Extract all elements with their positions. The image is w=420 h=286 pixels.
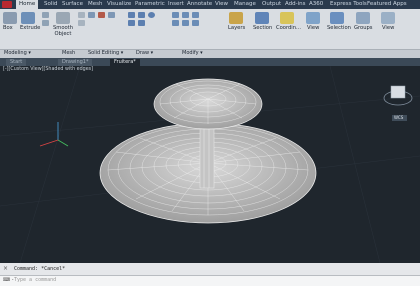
box-icon[interactable] xyxy=(3,12,17,24)
panel-label-modeling[interactable]: Modeling ▾ xyxy=(4,49,31,57)
smooth-tool-icon[interactable] xyxy=(42,12,49,18)
circle-icon[interactable] xyxy=(148,12,155,18)
rotate-icon[interactable] xyxy=(182,12,189,18)
groups-button-label[interactable]: Groups xyxy=(354,25,373,31)
tab-solid[interactable]: Solid xyxy=(44,0,57,9)
smooth-object-label[interactable]: Smooth Object xyxy=(51,25,75,37)
mesh-edit-icon[interactable] xyxy=(78,12,85,18)
trim-icon[interactable] xyxy=(192,20,199,26)
tab-insert[interactable]: Insert xyxy=(168,0,184,9)
app-menu-icon[interactable] xyxy=(2,1,12,8)
box-button-label[interactable]: Box xyxy=(3,25,13,31)
ribbon-panel: Box Extrude Smooth Object Layers Section… xyxy=(0,9,420,49)
drawing-viewport[interactable] xyxy=(0,66,420,263)
viewport-controls-label[interactable]: [-][Custom View][Shaded with edges] xyxy=(3,67,93,72)
file-tab-bar: Start Drawing1* Fruitera* xyxy=(0,58,420,66)
solid-edit-icon[interactable] xyxy=(88,12,95,18)
tab-annotate[interactable]: Annotate xyxy=(187,0,212,9)
tab-visualize[interactable]: Visualize xyxy=(107,0,131,9)
command-prompt-placeholder[interactable]: Type a command xyxy=(14,277,56,283)
groups-icon[interactable] xyxy=(356,12,370,24)
extrude-button-label[interactable]: Extrude xyxy=(20,25,40,31)
selection-button-label[interactable]: Selection xyxy=(327,25,351,31)
file-tab-drawing1[interactable]: Drawing1* xyxy=(58,59,93,66)
solid-edit-3-icon[interactable] xyxy=(108,12,115,18)
tab-home[interactable]: Home xyxy=(16,0,39,9)
stem xyxy=(199,125,215,189)
fillet-icon[interactable] xyxy=(182,20,189,26)
smooth-object-icon[interactable] xyxy=(56,12,70,24)
file-tab-fruitera[interactable]: Fruitera* xyxy=(110,59,140,66)
view2-button-label[interactable]: View xyxy=(382,25,394,31)
arc-icon[interactable] xyxy=(128,20,135,26)
view-manager-icon[interactable] xyxy=(381,12,395,24)
extrude-icon[interactable] xyxy=(21,12,35,24)
mirror-icon[interactable] xyxy=(172,20,179,26)
copy-icon[interactable] xyxy=(192,12,199,18)
mesh-edit-2-icon[interactable] xyxy=(78,20,85,26)
line-icon[interactable] xyxy=(128,12,135,18)
command-line-input[interactable] xyxy=(0,275,420,286)
view-button-label[interactable]: View xyxy=(307,25,319,31)
tab-mesh[interactable]: Mesh xyxy=(88,0,102,9)
tab-add-ins[interactable]: Add-ins xyxy=(285,0,306,9)
move-icon[interactable] xyxy=(172,12,179,18)
mesh-tool-icon[interactable] xyxy=(42,20,49,26)
tab-surface[interactable]: Surface xyxy=(62,0,83,9)
viewcube-wcs-label[interactable]: WCS xyxy=(394,115,403,120)
tab-featured-apps[interactable]: Featured Apps xyxy=(367,0,407,9)
panel-label-modify[interactable]: Modify ▾ xyxy=(182,49,203,57)
tab-express-tools[interactable]: Express Tools xyxy=(330,0,367,9)
polyline-icon[interactable] xyxy=(138,12,145,18)
section-button-label[interactable]: Section xyxy=(253,25,272,31)
tab-output[interactable]: Output xyxy=(262,0,281,9)
file-tab-start[interactable]: Start xyxy=(6,59,27,66)
panel-label-mesh[interactable]: Mesh xyxy=(62,49,75,57)
tab-manage[interactable]: Manage xyxy=(234,0,256,9)
tab-parametric[interactable]: Parametric xyxy=(135,0,165,9)
layers-button-label[interactable]: Layers xyxy=(228,25,245,31)
view-icon[interactable] xyxy=(306,12,320,24)
tab-a360[interactable]: A360 xyxy=(309,0,323,9)
command-prompt-icon[interactable]: ⌨ - xyxy=(3,277,14,283)
command-close-icon[interactable]: × xyxy=(3,266,9,272)
panel-label-solid-editing[interactable]: Solid Editing ▾ xyxy=(88,49,123,57)
rectangle-icon[interactable] xyxy=(138,20,145,26)
layers-icon[interactable] xyxy=(229,12,243,24)
panel-label-draw[interactable]: Draw ▾ xyxy=(136,49,153,57)
section-icon[interactable] xyxy=(255,12,269,24)
coordinates-button-label[interactable]: Coordin... xyxy=(276,25,301,31)
ucs-icon xyxy=(39,122,69,147)
tab-view[interactable]: View xyxy=(215,0,228,9)
command-history-text: Command: *Cancel* xyxy=(14,266,66,272)
ribbon-tab-bar: Home Solid Surface Mesh Visualize Parametric I… xyxy=(0,0,420,9)
coordinates-icon[interactable] xyxy=(280,12,294,24)
selection-icon[interactable] xyxy=(330,12,344,24)
solid-edit-2-icon[interactable] xyxy=(98,12,105,18)
model-canvas xyxy=(0,66,420,263)
